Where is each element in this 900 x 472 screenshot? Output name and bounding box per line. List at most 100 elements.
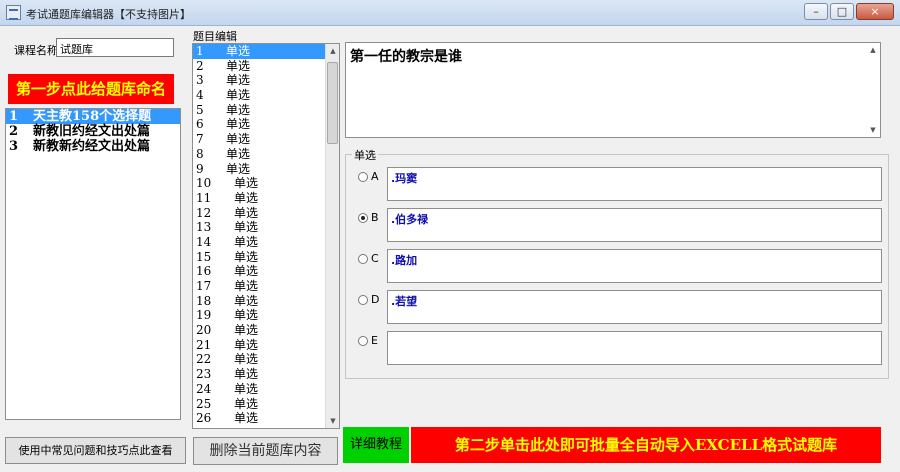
window-title: 考试通题库编辑器【不支持图片】	[26, 8, 191, 21]
scroll-down-icon[interactable]: ▼	[326, 414, 339, 428]
question-text-field[interactable]: 第一任的教宗是谁 ▲ ▼	[345, 42, 881, 138]
question-bank-list[interactable]: 1 天主教158个选择题 2 新教旧约经文出处篇 3 新教新约经文出处篇	[5, 108, 181, 420]
option-b-letter: B	[371, 211, 379, 224]
question-number: 23	[196, 367, 212, 382]
question-list-item[interactable]: 8 单选	[193, 147, 326, 162]
title-bar: 考试通题库编辑器【不支持图片】 – □ ×	[0, 0, 900, 26]
question-list-scrollbar[interactable]: ▲ ▼	[325, 44, 339, 428]
question-list-item[interactable]: 9 单选	[193, 162, 326, 177]
question-number: 17	[196, 279, 212, 293]
question-list[interactable]: 1 单选 2 单选 3 单选 4 单选 5 单选 6 单选 7 单选 8 单选 9 单选 10 单选 11 单选 12 单选 1…	[192, 43, 340, 429]
option-e-field[interactable]	[387, 331, 882, 365]
delete-bank-button[interactable]: 删除当前题库内容	[193, 437, 338, 465]
bank-list-item[interactable]: 2 新教旧约经文出处篇	[6, 124, 180, 139]
question-number: 5	[196, 102, 204, 117]
question-type: 单选	[234, 220, 259, 235]
question-list-item[interactable]: 23 单选	[193, 367, 326, 382]
question-list-item[interactable]: 15 单选	[193, 250, 326, 265]
question-number: 2	[196, 58, 204, 73]
option-e-radio[interactable]	[358, 336, 368, 346]
question-list-item[interactable]: 10 单选	[193, 176, 326, 191]
option-a-radio[interactable]	[358, 172, 368, 182]
question-type: 单选	[234, 352, 259, 367]
option-a-letter: A	[371, 170, 379, 183]
question-list-item[interactable]: 17 单选	[193, 279, 326, 294]
bank-name: 天主教158个选择题	[33, 109, 152, 124]
question-type: 单选	[234, 396, 259, 411]
faq-button[interactable]: 使用中常见问题和技巧点此查看	[5, 437, 186, 464]
question-type: 单选	[234, 323, 259, 338]
question-rows: 1 单选 2 单选 3 单选 4 单选 5 单选 6 单选 7 单选 8 单选 9 单选 10 单选 11 单选 12 单选 1…	[193, 44, 326, 426]
option-a-field[interactable]: .玛窦	[387, 167, 882, 201]
question-list-item[interactable]: 4 单选	[193, 88, 326, 103]
bank-list-item[interactable]: 3 新教新约经文出处篇	[6, 139, 180, 154]
minimize-button[interactable]: –	[804, 3, 828, 20]
question-list-item[interactable]: 12 单选	[193, 206, 326, 221]
question-list-item[interactable]: 6 单选	[193, 117, 326, 132]
option-d-letter: D	[371, 293, 380, 306]
question-number: 11	[196, 190, 212, 205]
question-text: 第一任的教宗是谁	[350, 49, 462, 65]
scroll-down-icon[interactable]: ▼	[866, 123, 880, 137]
question-list-item[interactable]: 7 单选	[193, 132, 326, 147]
question-type: 单选	[234, 190, 259, 205]
scroll-up-icon[interactable]: ▲	[326, 44, 339, 58]
question-type: 单选	[226, 44, 251, 58]
question-number: 8	[196, 146, 204, 161]
maximize-button[interactable]: □	[830, 3, 854, 20]
step2-import-excel-button[interactable]: 第二步单击此处即可批量全自动导入EXCELL格式试题库	[411, 427, 881, 463]
question-list-item[interactable]: 13 单选	[193, 220, 326, 235]
question-list-item[interactable]: 21 单选	[193, 338, 326, 353]
option-e-letter: E	[371, 334, 378, 347]
question-list-item[interactable]: 3 单选	[193, 73, 326, 88]
bank-list-item[interactable]: 1 天主教158个选择题	[6, 109, 180, 124]
question-type: 单选	[226, 117, 251, 132]
close-button[interactable]: ×	[856, 3, 894, 20]
option-c-field[interactable]: .路加	[387, 249, 882, 283]
question-list-item[interactable]: 18 单选	[193, 294, 326, 309]
scroll-thumb[interactable]	[327, 62, 338, 144]
question-number: 16	[196, 264, 212, 279]
option-c-radio[interactable]	[358, 254, 368, 264]
question-list-item[interactable]: 20 单选	[193, 323, 326, 338]
options-group: 单选 A .玛窦 B .伯多禄 C .路加 D .若望 E	[345, 147, 890, 379]
option-b-radio[interactable]	[358, 213, 368, 223]
question-number: 1	[196, 44, 204, 58]
question-list-item[interactable]: 2 单选	[193, 59, 326, 74]
options-group-label: 单选	[352, 147, 378, 163]
question-number: 15	[196, 249, 212, 264]
question-number: 4	[196, 88, 204, 103]
bank-number: 3	[9, 139, 19, 154]
tutorial-button[interactable]: 详细教程	[343, 427, 409, 463]
question-list-item[interactable]: 22 单选	[193, 352, 326, 367]
step1-name-bank-button[interactable]: 第一步点此给题库命名	[8, 74, 174, 104]
option-row-c: C .路加	[346, 249, 890, 285]
question-list-item[interactable]: 5 单选	[193, 103, 326, 118]
question-list-item[interactable]: 1 单选	[193, 44, 326, 59]
question-list-item[interactable]: 24 单选	[193, 382, 326, 397]
question-list-item[interactable]: 25 单选	[193, 397, 326, 412]
option-b-field[interactable]: .伯多禄	[387, 208, 882, 242]
question-number: 12	[196, 205, 212, 220]
question-number: 13	[196, 220, 212, 235]
question-list-item[interactable]: 14 单选	[193, 235, 326, 250]
scroll-up-icon[interactable]: ▲	[866, 43, 880, 57]
question-type: 单选	[234, 293, 259, 308]
course-name-input[interactable]: 试题库	[56, 38, 174, 57]
question-list-item[interactable]: 11 单选	[193, 191, 326, 206]
question-type: 单选	[234, 367, 259, 382]
option-row-e: E	[346, 331, 890, 367]
bank-name: 新教新约经文出处篇	[33, 139, 151, 154]
option-c-letter: C	[371, 252, 379, 265]
question-list-item[interactable]: 26 单选	[193, 411, 326, 426]
main-window: 课程名称 试题库 第一步点此给题库命名 1 天主教158个选择题 2 新教旧约经文出…	[0, 26, 900, 472]
question-list-item[interactable]: 19 单选	[193, 308, 326, 323]
question-type: 单选	[226, 88, 251, 103]
question-list-item[interactable]: 16 单选	[193, 264, 326, 279]
question-number: 22	[196, 352, 212, 367]
option-d-radio[interactable]	[358, 295, 368, 305]
question-number: 10	[196, 176, 212, 191]
bank-number: 1	[9, 109, 19, 124]
option-d-field[interactable]: .若望	[387, 290, 882, 324]
question-text-scrollbar[interactable]: ▲ ▼	[866, 43, 880, 137]
